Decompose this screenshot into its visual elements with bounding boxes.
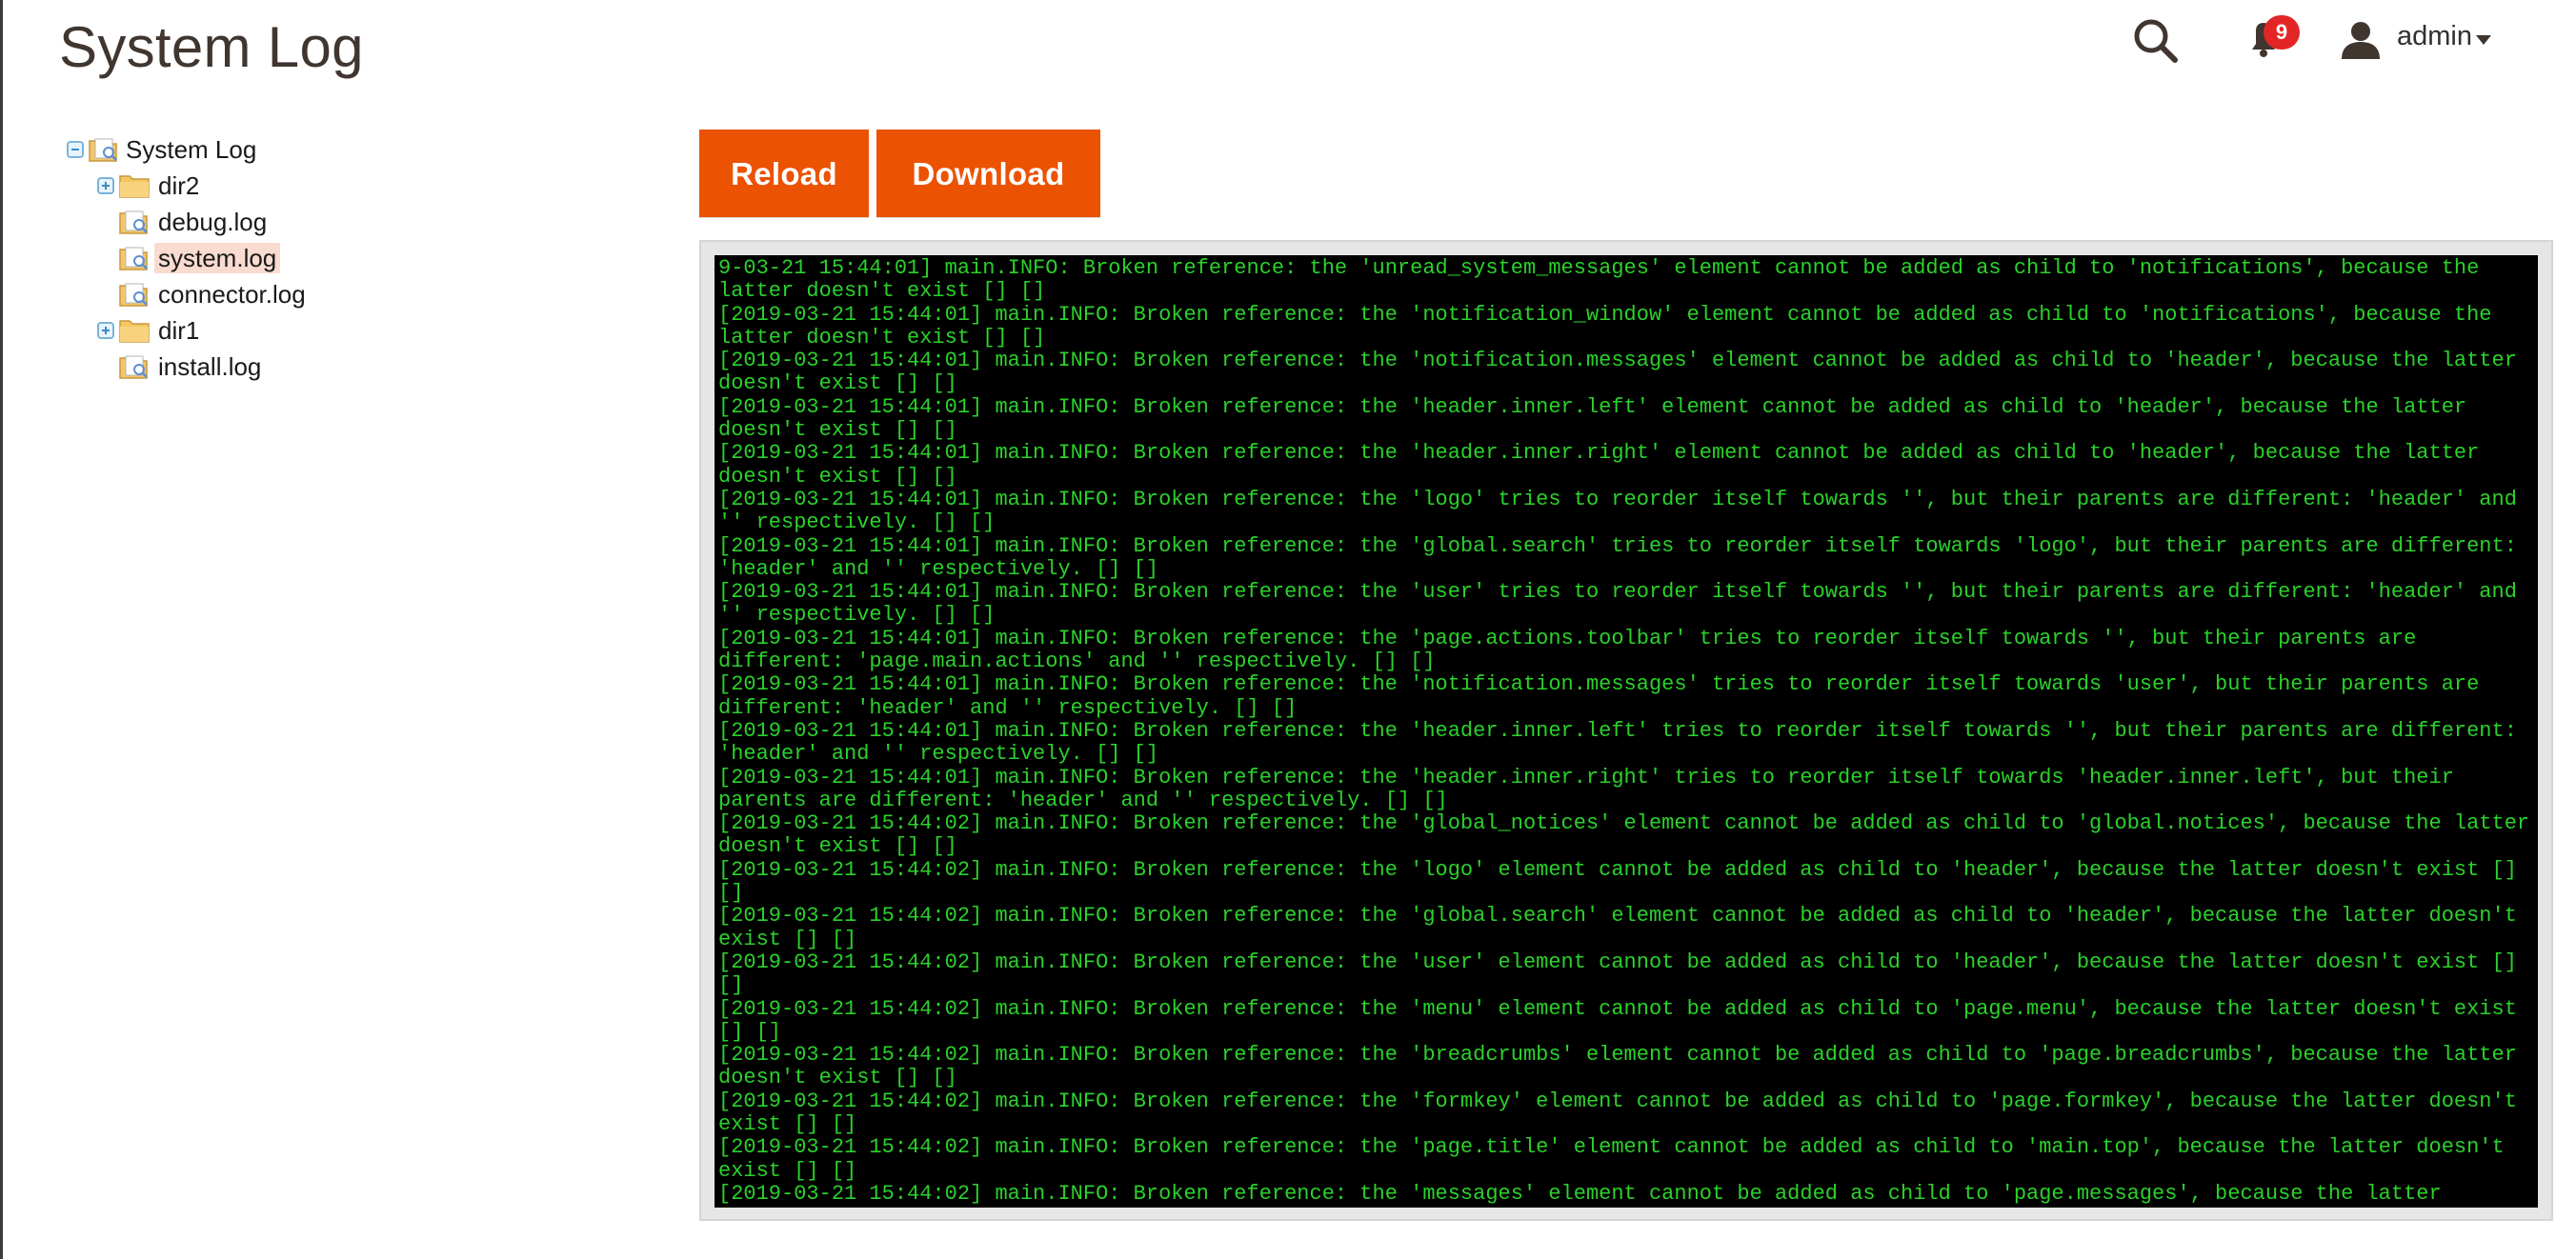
log-line: [2019-03-21 15:44:01] main.INFO: Broken … [718,302,2492,350]
log-file-icon [119,283,148,307]
expand-icon[interactable] [97,322,114,339]
tree-item-label: dir1 [158,316,200,345]
tree-item-label: dir2 [158,171,200,200]
log-line: [2019-03-21 15:44:02] main.INFO: Broken … [718,1089,2517,1136]
log-line: [2019-03-21 15:44:02] main.INFO: Broken … [718,1181,2442,1206]
log-line: [2019-03-21 15:44:01] main.INFO: Broken … [718,533,2517,581]
log-line: [2019-03-21 15:44:02] main.INFO: Broken … [718,904,2517,951]
log-line: [2019-03-21 15:44:01] main.INFO: Broken … [718,672,2480,720]
log-line: [2019-03-21 15:44:02] main.INFO: Broken … [718,1043,2517,1090]
log-file-icon [119,247,148,270]
collapse-icon[interactable] [67,141,84,158]
log-line: [2019-03-21 15:44:01] main.INFO: Broken … [718,626,2417,674]
log-line: [2019-03-21 15:44:01] main.INFO: Broken … [718,718,2517,767]
chevron-down-icon [2476,35,2491,45]
user-icon [2342,22,2380,59]
log-line: [2019-03-21 15:44:02] main.INFO: Broken … [718,996,2517,1044]
log-line: [2019-03-21 15:44:01] main.INFO: Broken … [718,487,2517,535]
log-line: [2019-03-21 15:44:01] main.INFO: Broken … [718,765,2454,812]
log-file-icon [119,210,148,234]
log-line: [2019-03-21 15:44:01] main.INFO: Broken … [718,441,2480,489]
tree-root-label: System Log [126,135,257,164]
log-line: [2019-03-21 15:44:01] main.INFO: Broken … [718,394,2467,443]
user-name: admin [2397,21,2472,51]
log-viewer-frame: 9-03-21 15:44:01] main.INFO: Broken refe… [699,240,2553,1221]
log-line: [2019-03-21 15:44:02] main.INFO: Broken … [718,1135,2505,1183]
folder-icon [119,175,150,198]
window-left-edge [0,0,3,1259]
page-title: System Log [59,15,364,79]
folder-open-icon [89,138,117,162]
download-button[interactable]: Download [876,130,1100,217]
search-icon [2134,19,2178,63]
notification-count-badge: 9 [2264,15,2300,50]
folder-icon [119,320,150,343]
expand-icon[interactable] [97,177,114,194]
tree-item-label: install.log [158,352,262,381]
log-line: [2019-03-21 15:44:02] main.INFO: Broken … [718,811,2530,859]
log-line: [2019-03-21 15:44:02] main.INFO: Broken … [718,857,2517,906]
log-console[interactable]: 9-03-21 15:44:01] main.INFO: Broken refe… [714,255,2538,1208]
reload-button[interactable]: Reload [699,130,869,217]
search-button[interactable] [2128,13,2184,69]
log-line: [2019-03-21 15:44:02] main.INFO: Broken … [718,949,2517,998]
notifications-button[interactable]: 9 [2229,11,2305,70]
log-line: [2019-03-21 15:44:01] main.INFO: Broken … [718,349,2517,396]
log-file-icon [119,355,148,379]
user-account-menu[interactable]: admin [2340,13,2511,67]
log-content: 9-03-21 15:44:01] main.INFO: Broken refe… [718,256,2534,1206]
log-line: 9-03-21 15:44:01] main.INFO: Broken refe… [718,256,2480,304]
tree-item-label: connector.log [158,280,306,309]
tree-item-label: system.log [154,243,281,273]
tree-item-label: debug.log [158,208,268,236]
log-line: [2019-03-21 15:44:01] main.INFO: Broken … [718,580,2517,628]
